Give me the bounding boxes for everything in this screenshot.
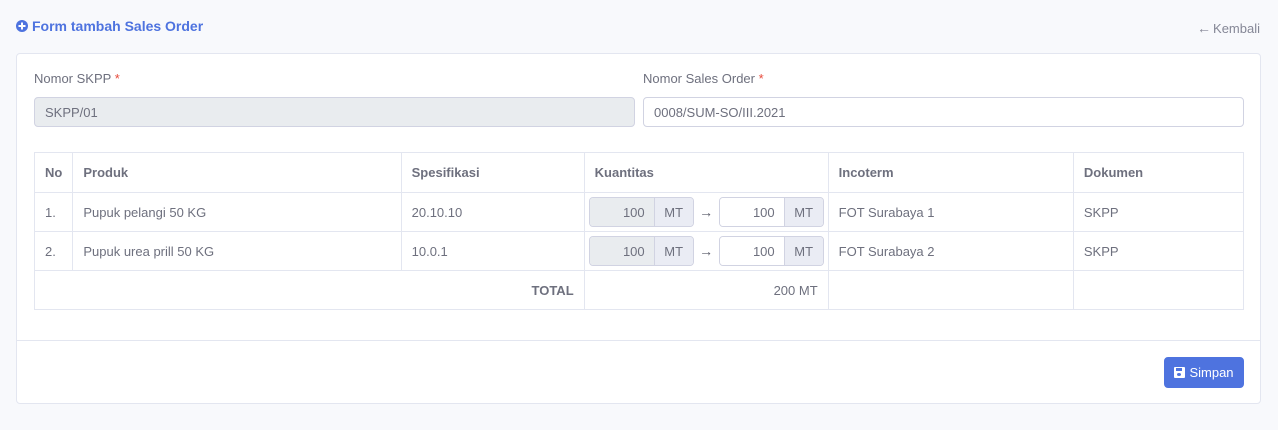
required-mark: * bbox=[758, 71, 764, 86]
order-items-table: No Produk Spesifikasi Kuantitas Incoterm… bbox=[33, 152, 1245, 310]
required-mark: * bbox=[114, 71, 120, 86]
sales-order-form-card: Nomor SKPP * SKPP/01 Nomor Sales Order *… bbox=[16, 53, 1261, 404]
column-header-incoterm: Incoterm bbox=[827, 152, 1074, 193]
arrow-right-icon: → bbox=[699, 243, 714, 259]
row-incoterm: FOT Surabaya 2 bbox=[827, 231, 1074, 271]
row-spesifikasi: 10.0.1 bbox=[400, 231, 585, 271]
column-header-spesifikasi: Spesifikasi bbox=[400, 152, 585, 193]
column-header-dokumen: Dokumen bbox=[1072, 152, 1245, 193]
row-incoterm: FOT Surabaya 1 bbox=[827, 192, 1074, 232]
qty-from-field: 100 MT bbox=[588, 236, 694, 266]
row-no: 2. bbox=[33, 231, 74, 271]
column-header-kuantitas: Kuantitas bbox=[583, 152, 829, 193]
skpp-field: SKPP/01 bbox=[34, 97, 635, 127]
table-header-row: No Produk Spesifikasi Kuantitas Incoterm… bbox=[33, 152, 1245, 193]
skpp-field-value: SKPP/01 bbox=[45, 104, 98, 120]
row-dokumen: SKPP bbox=[1072, 231, 1245, 271]
arrow-right-icon: → bbox=[699, 204, 714, 220]
sales-order-number-input[interactable]: 0008/SUM-SO/III.2021 bbox=[643, 97, 1244, 127]
qty-to-value: 100 bbox=[719, 198, 784, 226]
sales-order-number-value: 0008/SUM-SO/III.2021 bbox=[654, 104, 786, 120]
row-produk: Pupuk pelangi 50 KG bbox=[72, 192, 402, 232]
total-empty-cell bbox=[1072, 270, 1245, 310]
plus-circle-icon bbox=[16, 20, 28, 32]
row-kuantitas: 100 MT → 100 MT bbox=[583, 192, 829, 232]
qty-from-unit: MT bbox=[653, 198, 693, 226]
table-row: 2. Pupuk urea prill 50 KG 10.0.1 100 MT … bbox=[33, 231, 1245, 271]
row-no: 1. bbox=[33, 192, 74, 232]
column-header-no: No bbox=[33, 152, 74, 193]
save-button-label: Simpan bbox=[1189, 365, 1234, 380]
qty-to-unit: MT bbox=[783, 237, 823, 265]
column-header-produk: Produk bbox=[72, 152, 402, 193]
row-kuantitas: 100 MT → 100 MT bbox=[583, 231, 829, 271]
qty-to-unit: MT bbox=[783, 198, 823, 226]
total-label: TOTAL bbox=[34, 270, 585, 310]
back-link-label: Kembali bbox=[1213, 20, 1260, 36]
total-row: TOTAL 200 MT bbox=[34, 270, 1245, 310]
card-footer: Simpan bbox=[17, 340, 1260, 403]
total-empty-cell bbox=[827, 270, 1074, 310]
qty-from-value: 100 bbox=[589, 198, 654, 226]
arrow-left-icon: ← bbox=[1197, 20, 1212, 36]
skpp-label: Nomor SKPP * bbox=[34, 71, 120, 86]
page-title: Form tambah Sales Order bbox=[16, 18, 203, 34]
sales-order-label-text: Nomor Sales Order bbox=[643, 71, 755, 86]
qty-from-value: 100 bbox=[589, 237, 654, 265]
sales-order-label: Nomor Sales Order * bbox=[643, 71, 764, 86]
page-title-text: Form tambah Sales Order bbox=[32, 18, 204, 34]
back-link[interactable]: ← Kembali bbox=[1197, 20, 1260, 36]
qty-to-input[interactable]: 100 MT bbox=[718, 197, 824, 227]
qty-from-field: 100 MT bbox=[588, 197, 694, 227]
skpp-label-text: Nomor SKPP bbox=[34, 71, 112, 86]
page: Form tambah Sales Order ← Kembali Nomor … bbox=[0, 0, 1278, 430]
save-icon bbox=[1174, 367, 1186, 378]
row-spesifikasi: 20.10.10 bbox=[400, 192, 585, 232]
save-button[interactable]: Simpan bbox=[1164, 357, 1244, 388]
qty-to-value: 100 bbox=[719, 237, 784, 265]
qty-from-unit: MT bbox=[653, 237, 693, 265]
row-dokumen: SKPP bbox=[1072, 192, 1245, 232]
qty-to-input[interactable]: 100 MT bbox=[718, 236, 824, 266]
row-produk: Pupuk urea prill 50 KG bbox=[72, 231, 402, 271]
total-value: 200 MT bbox=[583, 270, 829, 310]
table-row: 1. Pupuk pelangi 50 KG 20.10.10 100 MT →… bbox=[33, 192, 1245, 232]
page-header: Form tambah Sales Order ← Kembali bbox=[16, 18, 1260, 38]
